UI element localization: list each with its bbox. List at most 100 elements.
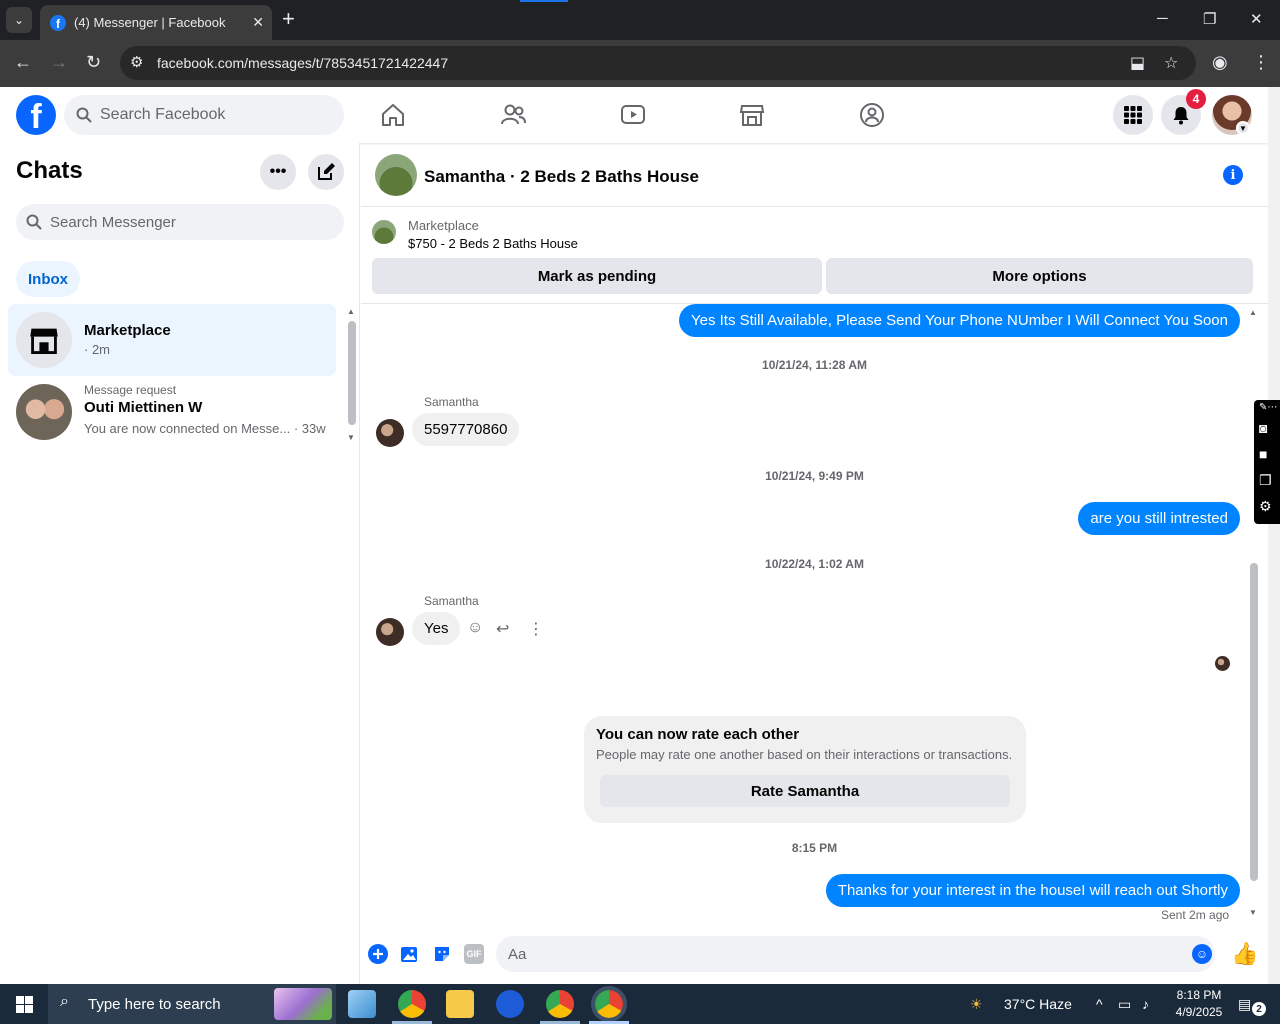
photo-icon[interactable] xyxy=(400,944,420,964)
sender-avatar[interactable] xyxy=(376,618,404,646)
bookmark-star-icon[interactable]: ☆ xyxy=(1164,53,1178,73)
message-bubble-outgoing[interactable]: Thanks for your interest in the houseI w… xyxy=(825,874,1240,907)
sender-avatar[interactable] xyxy=(376,419,404,447)
hidden-icons-chevron-icon[interactable]: ^ xyxy=(1096,996,1103,1012)
clock-time: 8:18 PM xyxy=(1176,988,1222,1002)
windows-icon[interactable]: ❐ xyxy=(1259,472,1272,489)
search-icon xyxy=(76,107,92,123)
listing-thumbnail[interactable] xyxy=(372,220,396,244)
friends-icon[interactable] xyxy=(499,101,527,129)
message-input[interactable]: Aa ☺ xyxy=(496,936,1215,972)
emoji-icon[interactable]: ☺ xyxy=(1192,944,1212,964)
minimize-button[interactable]: ─ xyxy=(1157,10,1168,27)
action-center-icon[interactable]: ▤ xyxy=(1238,996,1251,1013)
messenger-search-input[interactable]: Search Messenger xyxy=(16,204,344,240)
chat-options-button[interactable]: ••• xyxy=(260,154,296,190)
scroll-down-arrow-icon[interactable]: ▼ xyxy=(347,433,355,442)
seen-indicator-avatar xyxy=(1215,656,1230,671)
back-icon[interactable]: ← xyxy=(14,52,32,73)
windows-start-icon[interactable] xyxy=(16,996,33,1013)
app-icon[interactable] xyxy=(496,990,524,1018)
thumbs-up-icon[interactable]: 👍 xyxy=(1231,941,1258,967)
conversation-avatar[interactable] xyxy=(375,154,417,196)
scroll-up-arrow-icon[interactable]: ▲ xyxy=(347,307,355,316)
close-tab-icon[interactable]: ✕ xyxy=(252,14,264,31)
profile-icon[interactable]: ◉ xyxy=(1212,52,1228,73)
notepad-app-icon[interactable] xyxy=(348,990,376,1018)
message-bubble-outgoing[interactable]: Yes Its Still Available, Please Send You… xyxy=(678,304,1240,337)
volume-icon[interactable]: ♪ xyxy=(1142,996,1149,1012)
outi-avatar xyxy=(16,384,72,440)
conversation-header: Samantha · 2 Beds 2 Baths House i xyxy=(361,143,1268,207)
new-tab-button[interactable]: + xyxy=(282,8,295,30)
network-icon[interactable]: ▭ xyxy=(1118,996,1131,1013)
inbox-tab[interactable]: Inbox xyxy=(16,261,80,297)
rate-samantha-button[interactable]: Rate Samantha xyxy=(600,775,1010,807)
chats-title: Chats xyxy=(16,157,83,184)
groups-icon[interactable] xyxy=(858,101,886,129)
site-info-icon[interactable]: ⚙ xyxy=(130,53,143,71)
search-placeholder: Search Facebook xyxy=(100,106,226,123)
chat-list-scrollbar[interactable] xyxy=(348,321,356,425)
facebook-favicon-icon: f xyxy=(50,14,66,31)
file-explorer-icon[interactable] xyxy=(446,990,474,1018)
omnibox[interactable]: ⚙ facebook.com/messages/t/78534517214224… xyxy=(120,46,1196,80)
menu-grid-button[interactable] xyxy=(1113,95,1153,135)
page-scrollbar[interactable] xyxy=(1268,87,1280,984)
chat-item-marketplace[interactable]: Marketplace · 2m xyxy=(8,304,336,376)
restore-button[interactable]: ❐ xyxy=(1203,10,1216,28)
close-window-button[interactable]: ✕ xyxy=(1250,10,1263,28)
camera-icon[interactable]: ◙ xyxy=(1259,420,1267,436)
browser-tab[interactable]: f (4) Messenger | Facebook ✕ xyxy=(40,5,272,40)
tab-search-button[interactable]: ⌄ xyxy=(6,7,32,33)
notification-count-badge: 2 xyxy=(1252,1002,1266,1016)
chrome-app-icon[interactable] xyxy=(398,990,426,1018)
weather-text[interactable]: 37°C Haze xyxy=(1004,996,1072,1012)
chrome-profile-icon[interactable] xyxy=(546,990,574,1018)
conversation-scrollbar[interactable] xyxy=(1250,563,1258,881)
browser-menu-icon[interactable]: ⋮ xyxy=(1252,52,1270,73)
chat-item-outi[interactable]: Message request Outi Miettinen W You are… xyxy=(8,376,336,448)
chrome-active-icon[interactable] xyxy=(591,986,627,1022)
chat-name: Outi Miettinen W xyxy=(84,399,203,416)
scroll-up-arrow-icon[interactable]: ▲ xyxy=(1249,308,1257,317)
marketplace-listing-bar: Marketplace $750 - 2 Beds 2 Baths House … xyxy=(361,208,1268,304)
gif-icon[interactable]: GIF xyxy=(464,944,484,964)
taskbar-clock[interactable]: 8:18 PM 4/9/2025 xyxy=(1166,987,1232,1021)
reply-icon[interactable]: ↩ xyxy=(496,619,509,639)
conversation-title[interactable]: Samantha · 2 Beds 2 Baths House xyxy=(424,167,699,187)
browser-tab-bar: ⌄ f (4) Messenger | Facebook ✕ + ─ ❐ ✕ xyxy=(0,0,1280,40)
forward-icon[interactable]: → xyxy=(50,52,68,73)
marketplace-icon[interactable] xyxy=(738,101,766,129)
more-options-button[interactable]: More options xyxy=(826,258,1253,294)
pin-icon[interactable]: ✎⋯ xyxy=(1259,402,1277,413)
weather-icon[interactable]: ☀ xyxy=(970,996,983,1013)
video-camera-icon[interactable]: ■ xyxy=(1259,446,1267,462)
message-bubble-incoming[interactable]: 5597770860 xyxy=(412,413,520,446)
more-actions-icon[interactable]: ⋮ xyxy=(528,619,544,639)
unicorn-search-highlight-icon xyxy=(274,988,332,1020)
info-icon[interactable]: i xyxy=(1223,165,1243,185)
install-app-icon[interactable]: ⬓ xyxy=(1130,53,1145,73)
message-bubble-outgoing[interactable]: are you still intrested xyxy=(1078,502,1240,535)
settings-gear-icon[interactable]: ⚙ xyxy=(1259,498,1272,515)
sender-name: Samantha xyxy=(424,395,479,409)
mark-as-pending-button[interactable]: Mark as pending xyxy=(372,258,822,294)
taskbar-search[interactable]: ⌕ Type here to search xyxy=(48,984,336,1024)
plus-icon[interactable] xyxy=(368,944,388,964)
message-bubble-incoming[interactable]: Yes xyxy=(412,612,461,645)
facebook-logo[interactable]: f xyxy=(16,95,56,135)
facebook-search-input[interactable]: Search Facebook xyxy=(64,95,344,135)
chevron-down-icon[interactable]: ▼ xyxy=(1236,121,1250,135)
windows-taskbar: ⌕ Type here to search ☀ 37°C Haze ^ ▭ ♪ … xyxy=(0,984,1280,1024)
reload-icon[interactable]: ↻ xyxy=(86,52,101,73)
video-icon[interactable] xyxy=(619,101,647,129)
timestamp: 8:15 PM xyxy=(791,841,838,855)
react-emoji-icon[interactable]: ☺ xyxy=(467,619,483,637)
home-icon[interactable] xyxy=(379,101,407,129)
scroll-down-arrow-icon[interactable]: ▼ xyxy=(1249,908,1257,917)
storefront-icon xyxy=(30,328,58,354)
new-message-button[interactable] xyxy=(308,154,344,190)
url-text[interactable]: facebook.com/messages/t/7853451721422447 xyxy=(157,55,448,71)
sticker-icon[interactable] xyxy=(432,944,452,964)
